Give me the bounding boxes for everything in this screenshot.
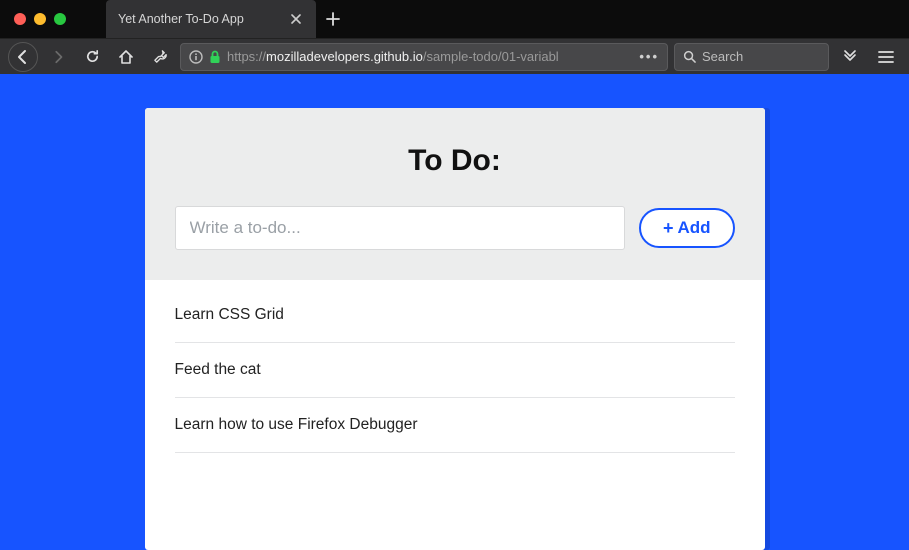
tab-title: Yet Another To-Do App [118, 12, 280, 26]
url-host: mozilladevelopers.github.io [266, 49, 423, 64]
search-input[interactable] [702, 49, 820, 64]
todo-input[interactable] [175, 206, 625, 250]
page-title: To Do: [175, 144, 735, 178]
devtools-button[interactable] [146, 43, 174, 71]
list-item[interactable]: Learn CSS Grid [175, 288, 735, 343]
todo-card: To Do: + Add Learn CSS GridFeed the catL… [145, 108, 765, 550]
card-header: To Do: + Add [145, 108, 765, 280]
url-bar[interactable]: https://mozilladevelopers.github.io/samp… [180, 43, 668, 71]
add-button-label: Add [677, 218, 710, 238]
list-item[interactable]: Feed the cat [175, 343, 735, 398]
add-button[interactable]: + Add [639, 208, 735, 248]
overflow-button[interactable] [835, 43, 865, 71]
plus-icon: + [663, 218, 674, 239]
tab-strip: Yet Another To-Do App [106, 0, 909, 38]
forward-button[interactable] [44, 43, 72, 71]
search-icon [683, 50, 696, 63]
tab-close-icon[interactable] [288, 11, 304, 27]
window-close[interactable] [14, 13, 26, 25]
hamburger-menu-button[interactable] [871, 43, 901, 71]
back-button[interactable] [8, 42, 38, 72]
search-bar[interactable] [674, 43, 829, 71]
list-item[interactable]: Learn how to use Firefox Debugger [175, 398, 735, 453]
site-info-icon[interactable] [189, 50, 203, 64]
home-button[interactable] [112, 43, 140, 71]
add-row: + Add [175, 206, 735, 250]
browser-tab[interactable]: Yet Another To-Do App [106, 0, 316, 38]
window-titlebar: Yet Another To-Do App [0, 0, 909, 38]
url-path: /sample-todo/01-variabl [423, 49, 559, 64]
url-text: https://mozilladevelopers.github.io/samp… [227, 49, 633, 64]
page-viewport: To Do: + Add Learn CSS GridFeed the catL… [0, 74, 909, 550]
lock-icon [209, 50, 221, 64]
reload-button[interactable] [78, 43, 106, 71]
browser-toolbar: https://mozilladevelopers.github.io/samp… [0, 38, 909, 74]
window-minimize[interactable] [34, 13, 46, 25]
window-maximize[interactable] [54, 13, 66, 25]
new-tab-button[interactable] [316, 0, 350, 38]
todo-list: Learn CSS GridFeed the catLearn how to u… [145, 280, 765, 481]
window-controls [0, 0, 106, 38]
page-actions-icon[interactable]: ••• [639, 49, 659, 64]
url-protocol: https:// [227, 49, 266, 64]
